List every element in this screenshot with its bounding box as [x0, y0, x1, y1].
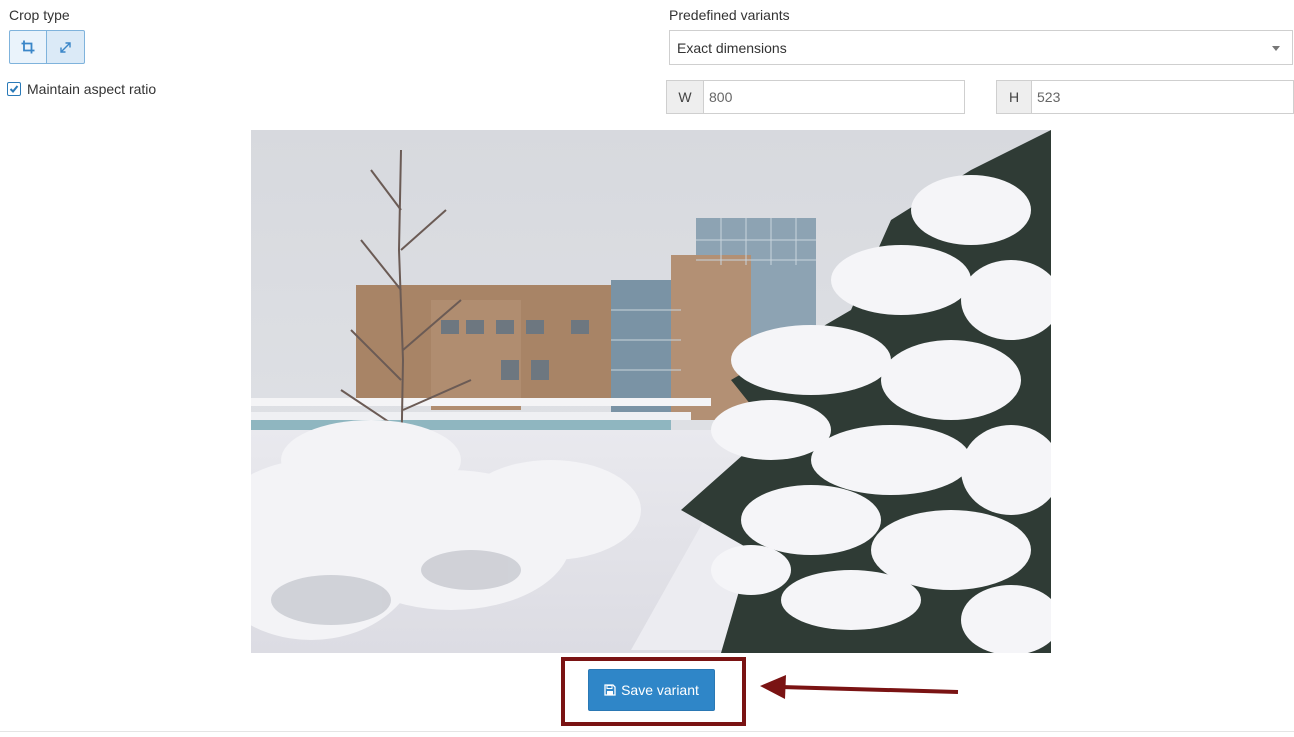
height-addon: H: [996, 80, 1032, 114]
save-variant-label: Save variant: [621, 682, 699, 698]
save-icon: [604, 684, 616, 696]
resize-expand-icon: [60, 41, 71, 53]
width-input-group: W: [666, 80, 965, 114]
height-input-group: H: [996, 80, 1294, 114]
width-addon: W: [666, 80, 704, 114]
aspect-ratio-row: Maintain aspect ratio: [7, 81, 156, 97]
predefined-variants-select[interactable]: Exact dimensions: [669, 30, 1293, 65]
divider: [0, 731, 1294, 732]
save-variant-button[interactable]: Save variant: [588, 669, 715, 711]
selected-variant: Exact dimensions: [677, 39, 787, 56]
aspect-ratio-checkbox[interactable]: [7, 82, 21, 96]
crop-mode-button[interactable]: [9, 30, 47, 64]
aspect-ratio-label: Maintain aspect ratio: [27, 81, 157, 97]
crop-icon: [21, 40, 35, 54]
width-input[interactable]: [704, 80, 965, 114]
preview-image: [251, 130, 1051, 653]
resize-mode-button[interactable]: [47, 30, 85, 64]
arrow-annotation-icon: [760, 675, 959, 699]
crop-type-label: Crop type: [9, 7, 70, 23]
checkmark-icon: [9, 85, 19, 93]
height-input[interactable]: [1032, 80, 1294, 114]
predefined-variants-label: Predefined variants: [669, 7, 790, 23]
crop-type-button-group: [9, 30, 85, 64]
chevron-down-icon: [1272, 46, 1280, 51]
